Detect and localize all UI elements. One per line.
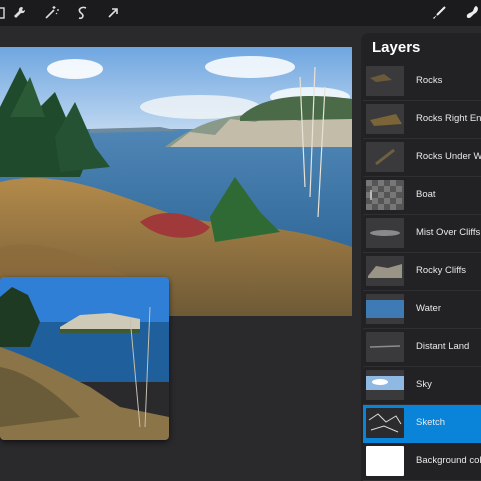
layer-thumbnail: [366, 66, 404, 96]
layer-name: Distant Land: [416, 341, 470, 352]
layer-name: Background col: [416, 455, 481, 466]
layer-name: Boat: [416, 189, 436, 200]
layer-thumbnail: [366, 142, 404, 172]
layer-thumbnail: [366, 104, 404, 134]
layer-thumbnail: [366, 446, 404, 476]
reference-photo[interactable]: [0, 277, 169, 440]
layer-thumbnail: [366, 180, 404, 210]
layer-row-sky[interactable]: Sky: [363, 367, 481, 405]
layer-name: Rocky Cliffs: [416, 265, 466, 276]
layer-name: Rocks: [416, 75, 443, 86]
layer-row-rocky-cliffs[interactable]: Rocky Cliffs: [363, 253, 481, 291]
layer-row-rocks-right-end[interactable]: Rocks Right End: [363, 101, 481, 139]
layer-name: Mist Over Cliffs: [416, 227, 481, 238]
layer-row-background-color[interactable]: Background col: [363, 443, 481, 481]
layer-name: Sketch: [416, 417, 446, 428]
layer-thumbnail: [366, 294, 404, 324]
layer-thumbnail: [366, 256, 404, 286]
wrench-icon[interactable]: [9, 3, 29, 23]
brush-icon[interactable]: [429, 3, 449, 23]
top-toolbar: [0, 0, 481, 26]
layer-row-distant-land[interactable]: Distant Land: [363, 329, 481, 367]
painting-canvas[interactable]: [0, 47, 352, 316]
reference-image: [0, 277, 169, 440]
layer-name: Sky: [416, 379, 432, 390]
layer-row-water[interactable]: Water: [363, 291, 481, 329]
layer-name: Water: [416, 303, 441, 314]
layers-panel-title: Layers: [372, 39, 421, 56]
layer-thumbnail: [366, 408, 404, 438]
layer-row-rocks-under-w[interactable]: Rocks Under W: [363, 139, 481, 177]
layer-thumbnail: [366, 218, 404, 248]
transform-arrow-icon[interactable]: [103, 3, 123, 23]
layer-thumbnail: [366, 332, 404, 362]
layer-name: Rocks Under W: [416, 151, 481, 162]
layer-name: Rocks Right End: [416, 113, 481, 124]
layers-panel: Layers Rocks Rocks Right End Rocks Under…: [361, 33, 481, 481]
layer-row-mist-over-cliffs[interactable]: Mist Over Cliffs: [363, 215, 481, 253]
landscape-painting: [0, 47, 352, 316]
layer-thumbnail: [366, 370, 404, 400]
layer-row-rocks[interactable]: Rocks: [363, 63, 481, 101]
magic-wand-icon[interactable]: [41, 3, 61, 23]
layer-row-boat[interactable]: Boat: [363, 177, 481, 215]
smudge-icon[interactable]: [462, 3, 481, 23]
layer-row-sketch[interactable]: Sketch: [363, 405, 481, 443]
selection-icon[interactable]: [73, 3, 93, 23]
